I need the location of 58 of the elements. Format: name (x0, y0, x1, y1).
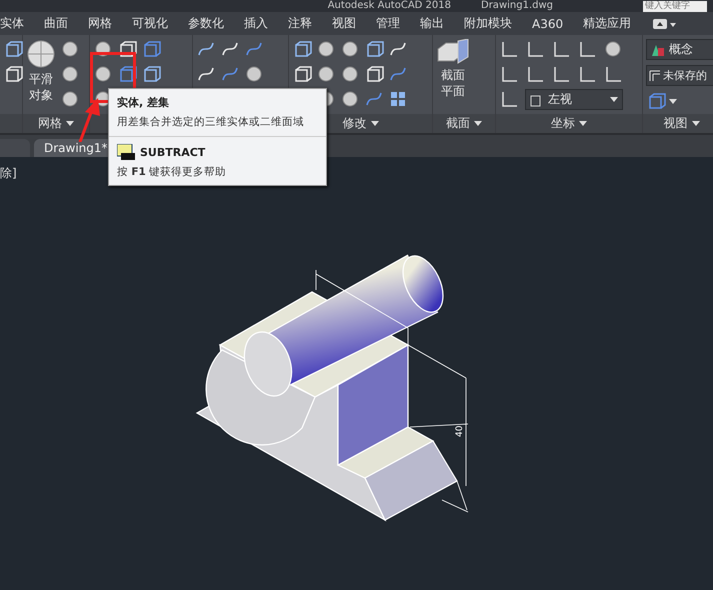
panel-label: 视图 (664, 115, 688, 132)
caret-icon[interactable] (669, 98, 677, 104)
ribbon-tab[interactable]: 实体 (0, 15, 34, 32)
ribbon-tab[interactable]: 管理 (366, 15, 410, 32)
sphere-icon[interactable] (340, 64, 360, 84)
search-field[interactable]: 键入关键字 (643, 0, 707, 12)
caret-icon[interactable] (579, 121, 587, 126)
command-name: SUBTRACT (140, 146, 206, 158)
caret-icon[interactable] (370, 121, 378, 126)
sphere-icon[interactable] (316, 39, 336, 59)
panel-label: 网格 (38, 115, 62, 132)
grid-icon[interactable] (388, 89, 408, 109)
panel-label: 截面 (446, 115, 470, 132)
ribbon-tab[interactable]: 网格 (78, 15, 122, 32)
sphere-icon[interactable] (603, 39, 623, 59)
file-name: Drawing1.dwg (481, 0, 553, 12)
style-icon (651, 42, 665, 56)
ribbon-tab[interactable]: 注释 (278, 15, 322, 32)
sphere-icon[interactable] (60, 39, 80, 59)
caret-icon[interactable] (610, 97, 618, 102)
sphere-icon[interactable] (340, 89, 360, 109)
tooltip-description: 用差集合并选定的三维实体或二维面域 (117, 115, 305, 129)
saved-view-dropdown[interactable]: 未保存的 (646, 65, 713, 86)
ribbon-tab[interactable]: 视图 (322, 15, 366, 32)
ribbon-tab[interactable]: 参数化 (178, 15, 234, 32)
command-text: 除] (0, 165, 17, 182)
help-hint: 按 F1 键获得更多帮助 (117, 165, 228, 179)
window-title: Autodesk AutoCAD 2018 (328, 0, 451, 12)
ribbon-toggle-icon[interactable] (653, 18, 677, 30)
panel-label: 坐标 (551, 115, 575, 132)
visual-style-dropdown[interactable]: 概念 (646, 39, 713, 60)
ribbon-tab[interactable]: 插入 (234, 15, 278, 32)
sphere-icon[interactable] (244, 64, 264, 84)
sphere-icon[interactable] (316, 64, 336, 84)
tooltip-title: 实体, 差集 (117, 95, 170, 110)
sphere-icon[interactable] (93, 64, 113, 84)
caret-icon[interactable] (692, 121, 700, 126)
panel-label: 修改 (342, 115, 366, 132)
sphere-icon[interactable] (60, 89, 80, 109)
dimension-label: 40 (455, 426, 465, 437)
command-icon (117, 144, 135, 160)
caret-icon[interactable] (474, 121, 482, 126)
ribbon-tab[interactable]: 曲面 (34, 15, 78, 32)
ribbon-tab[interactable]: 附加模块 (454, 15, 522, 32)
sphere-icon[interactable] (340, 39, 360, 59)
ribbon-tab[interactable]: 输出 (410, 15, 454, 32)
smooth-object-button[interactable]: 平滑对象 (26, 39, 56, 103)
ribbon-tab[interactable]: 可视化 (122, 15, 178, 32)
caret-icon[interactable] (66, 121, 74, 126)
ribbon-tab[interactable]: 精选应用 (573, 15, 642, 32)
section-plane-icon (436, 39, 470, 65)
view-icon (649, 70, 661, 82)
sphere-icon[interactable] (60, 64, 80, 84)
view-dropdown[interactable]: 左视 (525, 89, 623, 110)
sphere-icon[interactable] (93, 39, 113, 59)
section-plane-button[interactable]: 截面平面 (436, 39, 470, 99)
sphere-icon (26, 39, 56, 69)
ribbon-tab[interactable]: A360 (522, 16, 574, 30)
